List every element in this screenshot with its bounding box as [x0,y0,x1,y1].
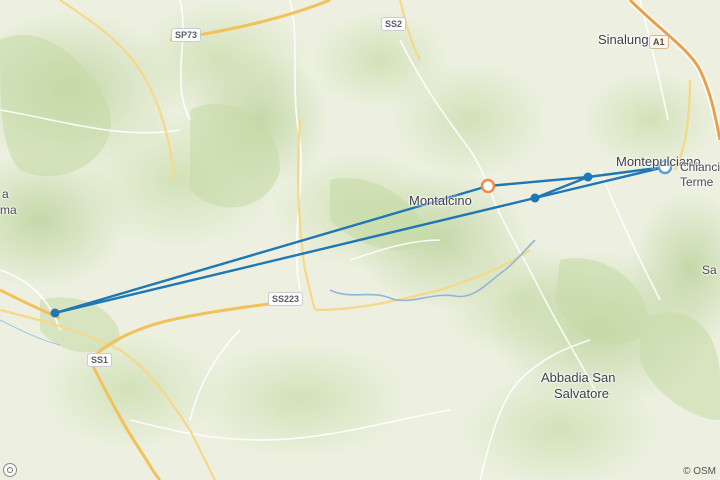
map-info-button[interactable] [3,463,17,477]
waypoint-dot [530,193,540,203]
place-label-chianciano-line1: Chiancia [680,160,720,174]
route-end-marker [480,178,496,194]
place-label-chianciano-line2: Terme [680,175,714,189]
place-label-right-partial: Sa [702,263,717,277]
place-label-abbadia-line2: Salvatore [554,386,609,401]
place-label-left-line2: ma [0,203,17,217]
waypoint-dot [50,308,60,318]
road-shield-a1: A1 [649,35,669,49]
road-shield-ss1: SS1 [87,353,113,367]
map[interactable]: Sinalunga Montepulciano Chiancia Terme M… [0,0,720,480]
map-canvas [0,0,720,480]
road-shield-ss2: SS2 [381,17,407,31]
place-label-montalcino: Montalcino [409,193,472,208]
place-label-left-line1: a [2,187,9,201]
map-attribution[interactable]: © OSM [683,466,716,477]
road-shield-ss223: SS223 [268,292,304,306]
place-label-sinalunga: Sinalunga [598,32,656,47]
waypoint-dot [583,172,593,182]
road-shield-sp73: SP73 [171,28,202,42]
place-label-abbadia-line1: Abbadia San [541,370,616,385]
